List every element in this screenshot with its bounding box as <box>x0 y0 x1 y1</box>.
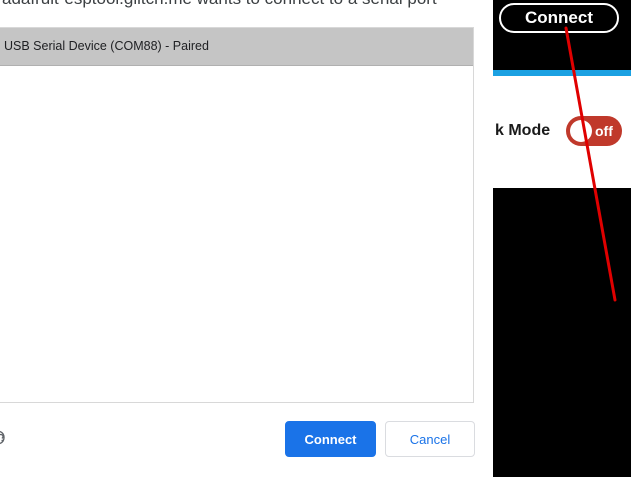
port-label: USB Serial Device (COM88) - Paired <box>4 39 209 53</box>
toggle-knob <box>570 120 592 142</box>
page-connect-button[interactable]: Connect <box>499 3 619 33</box>
settings-area: k Mode off <box>493 76 631 188</box>
dialog-title: adafruit-esptool.glitch.me wants to conn… <box>2 0 437 9</box>
mode-label: k Mode <box>495 122 551 139</box>
toggle-state-label: off <box>595 123 613 139</box>
cancel-button[interactable]: Cancel <box>385 421 475 457</box>
port-list: USB Serial Device (COM88) - Paired <box>0 27 474 403</box>
help-circle-icon[interactable] <box>0 429 14 445</box>
mode-toggle[interactable]: off <box>566 116 622 146</box>
connect-button[interactable]: Connect <box>285 421 376 457</box>
port-list-item[interactable]: USB Serial Device (COM88) - Paired <box>0 28 473 66</box>
web-page-panel: Connect k Mode off <box>493 0 631 477</box>
